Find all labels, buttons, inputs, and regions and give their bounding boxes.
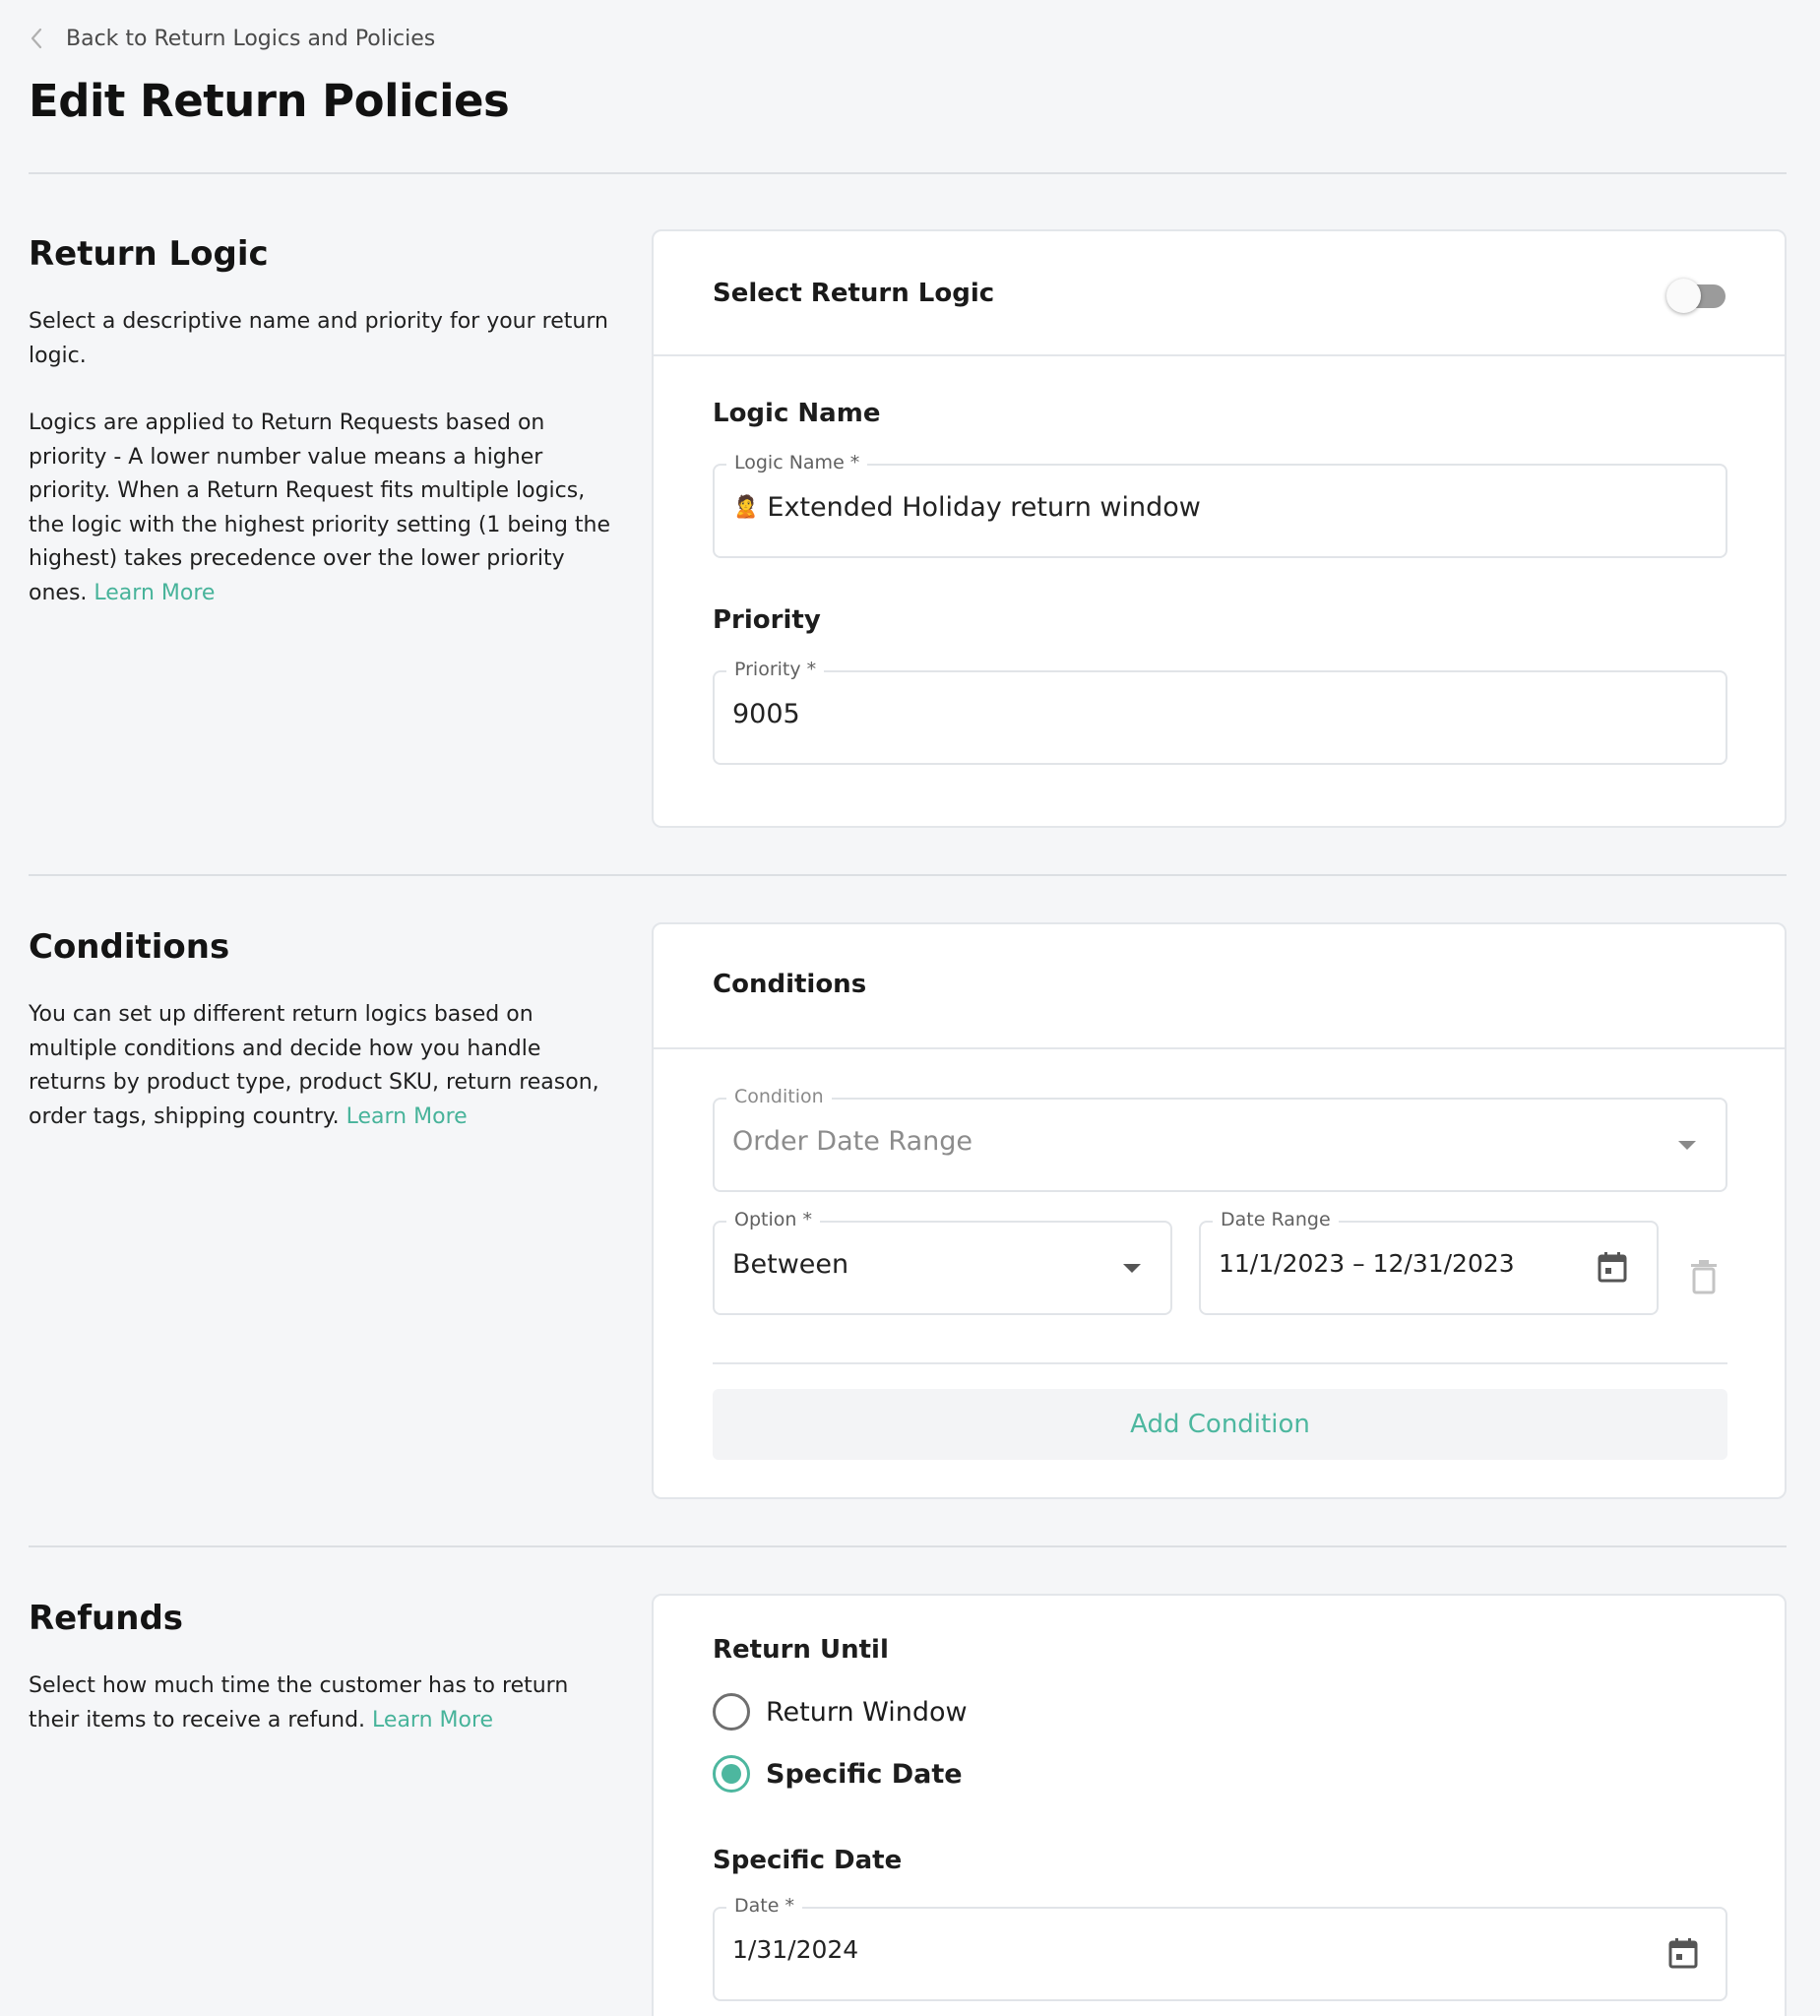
radio-return-window[interactable]: Return Window xyxy=(713,1693,968,1731)
refunds-description: Select how much time the customer has to… xyxy=(29,1670,619,1737)
radio-circle xyxy=(713,1693,750,1731)
return-logic-card-header: Select Return Logic xyxy=(654,231,1785,356)
condition-value: Order Date Range xyxy=(732,1126,973,1157)
chevron-left-icon xyxy=(29,26,44,51)
date-range-value: 11/1/2023 – 12/31/2023 xyxy=(1219,1249,1515,1278)
toggle-thumb xyxy=(1666,279,1701,313)
caret-down-icon[interactable] xyxy=(1670,1129,1704,1163)
conditions-description: You can set up different return logics b… xyxy=(29,998,619,1134)
conditions-card-title: Conditions xyxy=(713,970,867,999)
specific-date-label: Specific Date xyxy=(713,1846,903,1875)
calendar-icon[interactable] xyxy=(1666,1936,1700,1970)
condition-floating-label: Condition xyxy=(726,1086,832,1107)
refunds-card: Return Until Return Window Specific Date… xyxy=(652,1594,1787,2016)
radio-circle xyxy=(713,1755,750,1793)
return-logic-card: Select Return Logic Logic Name Logic Nam… xyxy=(652,229,1787,828)
date-value: 1/31/2024 xyxy=(732,1935,859,1964)
return-until-label: Return Until xyxy=(713,1635,889,1665)
date-floating-label: Date * xyxy=(726,1895,802,1917)
option-select[interactable]: Option * Between xyxy=(713,1209,1172,1315)
priority-value: 9005 xyxy=(732,699,800,729)
return-logic-description: Select a descriptive name and priority f… xyxy=(29,305,619,610)
caret-down-icon[interactable] xyxy=(1115,1252,1149,1286)
back-link[interactable]: Back to Return Logics and Policies xyxy=(29,22,435,55)
return-logic-desc-2: Logics are applied to Return Requests ba… xyxy=(29,407,619,610)
radio-specific-date[interactable]: Specific Date xyxy=(713,1755,963,1793)
return-logic-desc-1: Select a descriptive name and priority f… xyxy=(29,309,608,368)
priority-label: Priority xyxy=(713,605,821,635)
add-condition-button[interactable]: Add Condition xyxy=(713,1389,1727,1460)
date-range-floating-label: Date Range xyxy=(1213,1209,1339,1230)
condition-divider xyxy=(713,1362,1727,1364)
select-return-logic-toggle[interactable] xyxy=(1666,279,1727,313)
radio-specific-date-label: Specific Date xyxy=(766,1758,963,1790)
logic-name-field[interactable]: Logic Name * 🙎 Extended Holiday return w… xyxy=(713,452,1727,558)
refunds-learn-more-link[interactable]: Learn More xyxy=(372,1708,493,1732)
logic-name-label: Logic Name xyxy=(713,399,881,428)
page-title: Edit Return Policies xyxy=(29,75,510,127)
conditions-desc-text: You can set up different return logics b… xyxy=(29,1002,599,1129)
radio-return-window-label: Return Window xyxy=(766,1696,968,1728)
divider xyxy=(29,172,1787,174)
conditions-learn-more-link[interactable]: Learn More xyxy=(346,1104,468,1129)
conditions-title: Conditions xyxy=(29,927,230,967)
priority-field[interactable]: Priority * 9005 xyxy=(713,659,1727,765)
conditions-card: Conditions Condition Order Date Range Op… xyxy=(652,922,1787,1499)
condition-select[interactable]: Condition Order Date Range xyxy=(713,1086,1727,1192)
select-return-logic-title: Select Return Logic xyxy=(713,279,995,308)
date-range-field[interactable]: Date Range 11/1/2023 – 12/31/2023 xyxy=(1199,1209,1659,1315)
delete-condition-icon[interactable] xyxy=(1687,1257,1721,1296)
divider xyxy=(29,874,1787,876)
return-logic-desc-2-text: Logics are applied to Return Requests ba… xyxy=(29,410,611,605)
logic-name-value: Extended Holiday return window xyxy=(767,492,1201,523)
conditions-desc: You can set up different return logics b… xyxy=(29,998,619,1134)
calendar-icon[interactable] xyxy=(1596,1250,1629,1284)
option-floating-label: Option * xyxy=(726,1209,820,1230)
divider xyxy=(29,1545,1787,1547)
conditions-card-header: Conditions xyxy=(654,924,1785,1049)
logic-name-value-wrap: 🙎 Extended Holiday return window xyxy=(732,492,1201,523)
option-value: Between xyxy=(732,1249,849,1280)
date-field[interactable]: Date * 1/31/2024 xyxy=(713,1895,1727,2001)
back-link-label: Back to Return Logics and Policies xyxy=(66,26,436,51)
return-logic-title: Return Logic xyxy=(29,234,269,274)
person-emoji-icon: 🙎 xyxy=(732,495,760,520)
refunds-title: Refunds xyxy=(29,1599,184,1638)
return-logic-learn-more-link[interactable]: Learn More xyxy=(94,581,215,605)
logic-name-floating-label: Logic Name * xyxy=(726,452,868,473)
refunds-desc: Select how much time the customer has to… xyxy=(29,1670,619,1737)
priority-floating-label: Priority * xyxy=(726,659,825,680)
